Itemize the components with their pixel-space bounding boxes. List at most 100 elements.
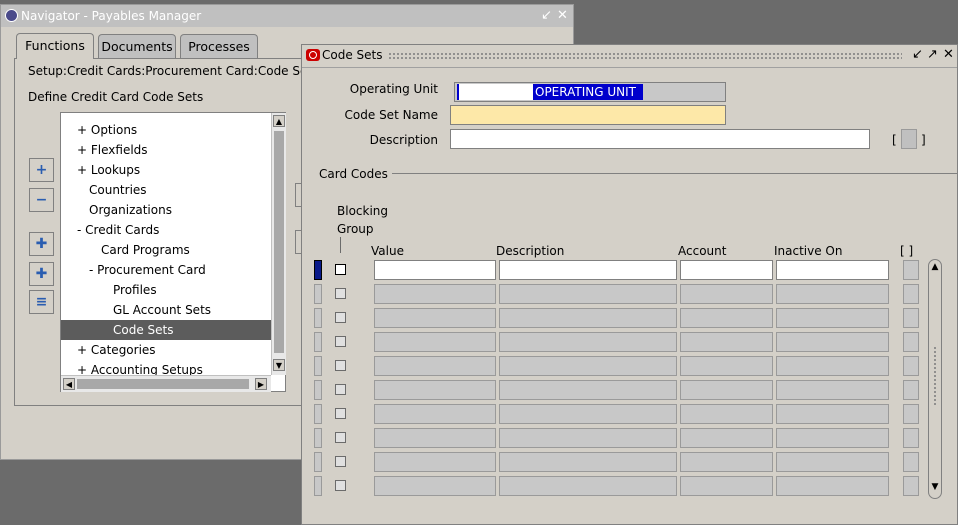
row-dff-cell[interactable]	[903, 284, 919, 304]
row-dff-cell[interactable]	[903, 260, 919, 280]
header-dff-field[interactable]	[901, 129, 917, 149]
blocking-group-checkbox[interactable]	[335, 312, 346, 323]
inactive-on-cell[interactable]	[776, 452, 889, 472]
scroll-up-icon[interactable]: ▲	[273, 115, 285, 127]
close-icon[interactable]: ✕	[557, 5, 568, 27]
tree-hscroll-thumb[interactable]	[77, 379, 249, 389]
account-cell[interactable]	[680, 308, 773, 328]
row-dff-cell[interactable]	[903, 428, 919, 448]
tree-item[interactable]: + Lookups	[61, 160, 271, 180]
row-dff-cell[interactable]	[903, 356, 919, 376]
account-cell[interactable]	[680, 284, 773, 304]
code-sets-title-bar[interactable]: Code Sets ↙ ↗ ✕	[302, 45, 957, 68]
tab-documents[interactable]: Documents	[98, 34, 176, 58]
value-cell[interactable]	[374, 356, 496, 376]
expand-branch-button[interactable]: ✚	[29, 232, 54, 256]
tree-item[interactable]: - Procurement Card	[61, 260, 271, 280]
scroll-up-icon[interactable]: ▲	[930, 262, 940, 272]
tree-item[interactable]: - Credit Cards	[61, 220, 271, 240]
blocking-group-checkbox[interactable]	[335, 288, 346, 299]
tree-item[interactable]: Code Sets	[61, 320, 271, 340]
value-cell[interactable]	[374, 332, 496, 352]
operating-unit-field[interactable]: OPERATING UNIT	[454, 82, 726, 102]
tree-item[interactable]: + Categories	[61, 340, 271, 360]
account-cell[interactable]	[680, 356, 773, 376]
tree-vertical-scrollbar[interactable]: ▲ ▼	[271, 113, 286, 375]
blocking-group-checkbox[interactable]	[335, 360, 346, 371]
minimize-icon[interactable]: ↙	[912, 47, 923, 62]
row-indicator[interactable]	[314, 404, 322, 424]
description-cell[interactable]	[499, 452, 677, 472]
tree-item[interactable]: GL Account Sets	[61, 300, 271, 320]
maximize-icon[interactable]: ↗	[927, 47, 938, 62]
row-indicator[interactable]	[314, 380, 322, 400]
account-cell[interactable]	[680, 260, 773, 280]
inactive-on-cell[interactable]	[776, 428, 889, 448]
account-cell[interactable]	[680, 476, 773, 496]
tab-functions[interactable]: Functions	[16, 33, 94, 59]
account-cell[interactable]	[680, 332, 773, 352]
inactive-on-cell[interactable]	[776, 308, 889, 328]
row-indicator[interactable]	[314, 260, 322, 280]
description-cell[interactable]	[499, 284, 677, 304]
tree-item[interactable]: + Flexfields	[61, 140, 271, 160]
code-set-name-field[interactable]	[450, 105, 726, 125]
grid-scroll-grip[interactable]	[933, 346, 937, 406]
inactive-on-cell[interactable]	[776, 260, 889, 280]
value-cell[interactable]	[374, 404, 496, 424]
tree-item[interactable]: Card Programs	[61, 240, 271, 260]
tree-scroll-thumb[interactable]	[274, 131, 284, 353]
description-cell[interactable]	[499, 404, 677, 424]
row-indicator[interactable]	[314, 452, 322, 472]
row-indicator[interactable]	[314, 308, 322, 328]
inactive-on-cell[interactable]	[776, 284, 889, 304]
account-cell[interactable]	[680, 404, 773, 424]
account-cell[interactable]	[680, 380, 773, 400]
value-cell[interactable]	[374, 260, 496, 280]
navigator-title-bar[interactable]: Navigator - Payables Manager ↙ ✕	[1, 5, 573, 27]
tree-item[interactable]: Countries	[61, 180, 271, 200]
description-cell[interactable]	[499, 260, 677, 280]
value-cell[interactable]	[374, 308, 496, 328]
inactive-on-cell[interactable]	[776, 332, 889, 352]
value-cell[interactable]	[374, 380, 496, 400]
description-field[interactable]	[450, 129, 870, 149]
description-cell[interactable]	[499, 428, 677, 448]
row-dff-cell[interactable]	[903, 308, 919, 328]
account-cell[interactable]	[680, 452, 773, 472]
blocking-group-checkbox[interactable]	[335, 408, 346, 419]
description-cell[interactable]	[499, 476, 677, 496]
close-icon[interactable]: ✕	[943, 47, 954, 62]
scroll-left-icon[interactable]: ◀	[63, 378, 75, 390]
expand-button[interactable]: +	[29, 158, 54, 182]
value-cell[interactable]	[374, 452, 496, 472]
row-dff-cell[interactable]	[903, 476, 919, 496]
scroll-right-icon[interactable]: ▶	[255, 378, 267, 390]
blocking-group-checkbox[interactable]	[335, 384, 346, 395]
scroll-down-icon[interactable]: ▼	[273, 359, 285, 371]
row-indicator[interactable]	[314, 356, 322, 376]
row-indicator[interactable]	[314, 428, 322, 448]
blocking-group-checkbox[interactable]	[335, 336, 346, 347]
inactive-on-cell[interactable]	[776, 404, 889, 424]
tree-item[interactable]: Profiles	[61, 280, 271, 300]
function-tree[interactable]: + Options + Flexfields + Lookups Countries O…	[60, 112, 286, 392]
row-dff-cell[interactable]	[903, 404, 919, 424]
value-cell[interactable]	[374, 476, 496, 496]
row-indicator[interactable]	[314, 476, 322, 496]
minimize-icon[interactable]: ↙	[541, 5, 552, 27]
inactive-on-cell[interactable]	[776, 356, 889, 376]
description-cell[interactable]	[499, 332, 677, 352]
description-cell[interactable]	[499, 356, 677, 376]
tab-processes[interactable]: Processes	[180, 34, 258, 58]
value-cell[interactable]	[374, 284, 496, 304]
value-cell[interactable]	[374, 428, 496, 448]
row-indicator[interactable]	[314, 332, 322, 352]
tree-item[interactable]: + Options	[61, 120, 271, 140]
inactive-on-cell[interactable]	[776, 380, 889, 400]
collapse-button[interactable]: −	[29, 188, 54, 212]
row-dff-cell[interactable]	[903, 332, 919, 352]
collapse-all-button[interactable]: ≡	[29, 290, 54, 314]
grid-vertical-scrollbar[interactable]: ▲ ▼	[928, 259, 942, 499]
row-dff-cell[interactable]	[903, 380, 919, 400]
